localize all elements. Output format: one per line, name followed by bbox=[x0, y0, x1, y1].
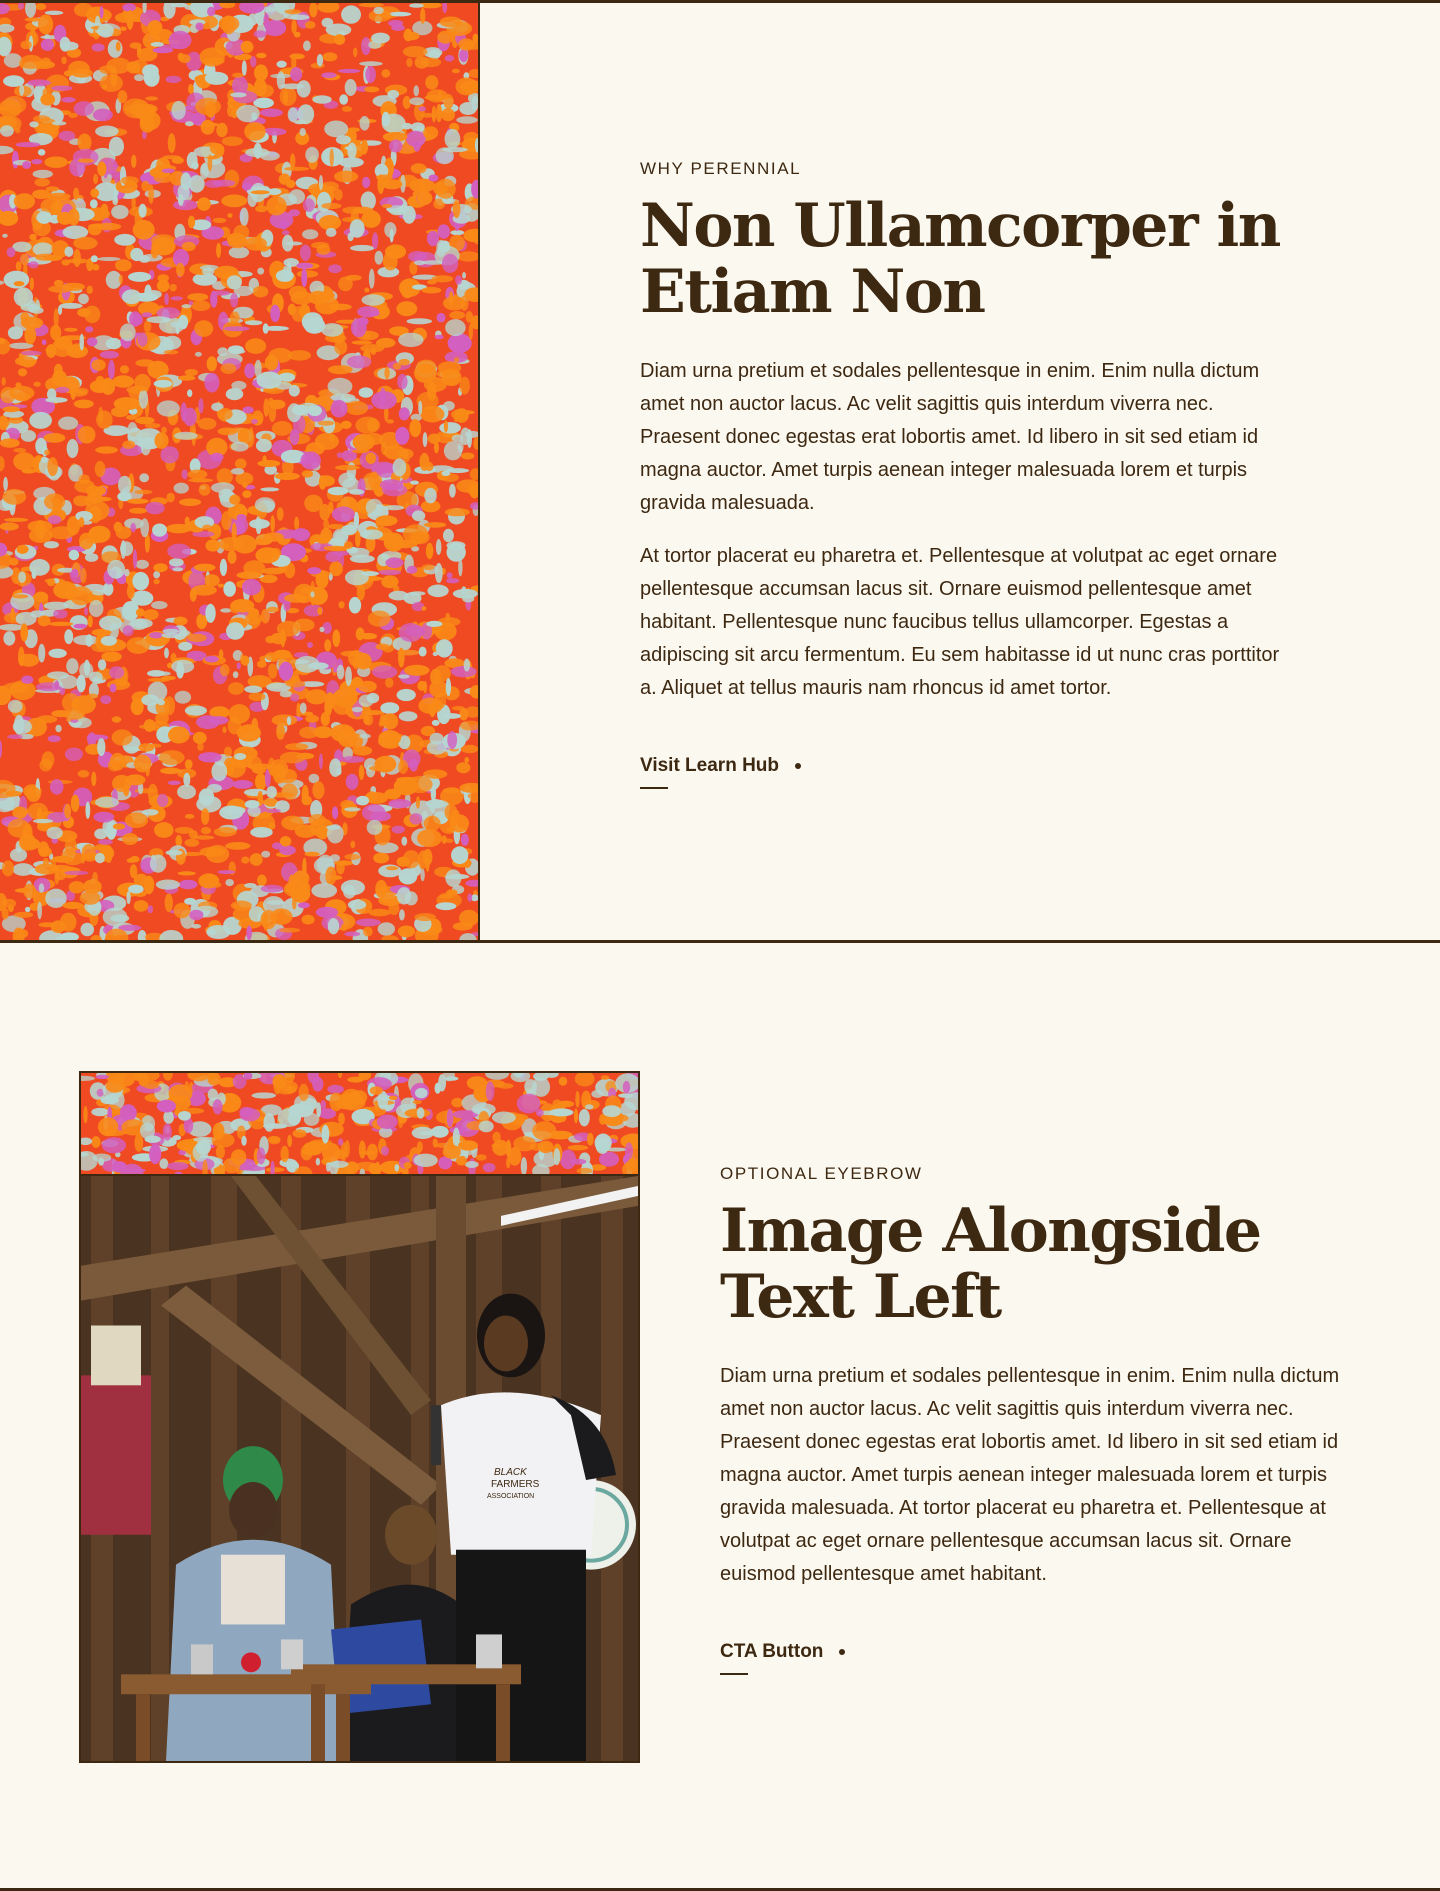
cta-button[interactable]: CTA Button bbox=[720, 1641, 846, 1675]
decorative-pattern-panel bbox=[0, 3, 480, 940]
headline-line-2: Etiam Non bbox=[640, 257, 986, 327]
body-paragraph: Diam urna pretium et sodales pellentesqu… bbox=[720, 1365, 1340, 1585]
section-headline: Image Alongside Text Left bbox=[720, 1198, 1360, 1330]
event-photo: BLACK FARMERS ASSOCIATION bbox=[81, 1174, 638, 1761]
shirt-text-line-1: BLACK bbox=[494, 1467, 528, 1478]
speaker-photo-illustration: BLACK FARMERS ASSOCIATION bbox=[81, 1176, 638, 1761]
cta-underline bbox=[640, 787, 668, 789]
visit-learn-hub-link[interactable]: Visit Learn Hub bbox=[640, 755, 802, 789]
page: WHY PERENNIAL Non Ullamcorper in Etiam N… bbox=[0, 0, 1440, 1891]
cta-underline bbox=[720, 1673, 748, 1675]
body-paragraph-2: At tortor placerat eu pharetra et. Pelle… bbox=[640, 545, 1280, 699]
headline-line-1: Image Alongside bbox=[720, 1196, 1262, 1266]
cta-label: Visit Learn Hub bbox=[640, 755, 780, 776]
floral-pattern-graphic bbox=[0, 3, 478, 940]
section-headline: Non Ullamcorper in Etiam Non bbox=[640, 191, 1281, 327]
shirt-text-line-3: ASSOCIATION bbox=[487, 1493, 534, 1500]
decorative-pattern-strip bbox=[81, 1073, 638, 1174]
headline-line-2: Text Left bbox=[720, 1262, 1002, 1332]
cta-label: CTA Button bbox=[720, 1641, 824, 1662]
floral-pattern-graphic bbox=[81, 1073, 638, 1174]
image-alongside-text-block: OPTIONAL EYEBROW Image Alongside Text Le… bbox=[720, 1164, 1360, 1675]
dot-icon bbox=[795, 763, 802, 769]
headline-line-1: Non Ullamcorper in bbox=[640, 191, 1281, 261]
eyebrow: OPTIONAL EYEBROW bbox=[720, 1164, 923, 1183]
why-perennial-section: WHY PERENNIAL Non Ullamcorper in Etiam N… bbox=[0, 0, 1440, 943]
shirt-text-line-2: FARMERS bbox=[491, 1479, 540, 1490]
body-paragraph-1: Diam urna pretium et sodales pellentesqu… bbox=[640, 360, 1260, 514]
image-frame: BLACK FARMERS ASSOCIATION bbox=[79, 1071, 640, 1763]
why-perennial-text-block: WHY PERENNIAL Non Ullamcorper in Etiam N… bbox=[640, 159, 1281, 789]
eyebrow: WHY PERENNIAL bbox=[640, 159, 802, 178]
dot-icon bbox=[839, 1649, 846, 1655]
